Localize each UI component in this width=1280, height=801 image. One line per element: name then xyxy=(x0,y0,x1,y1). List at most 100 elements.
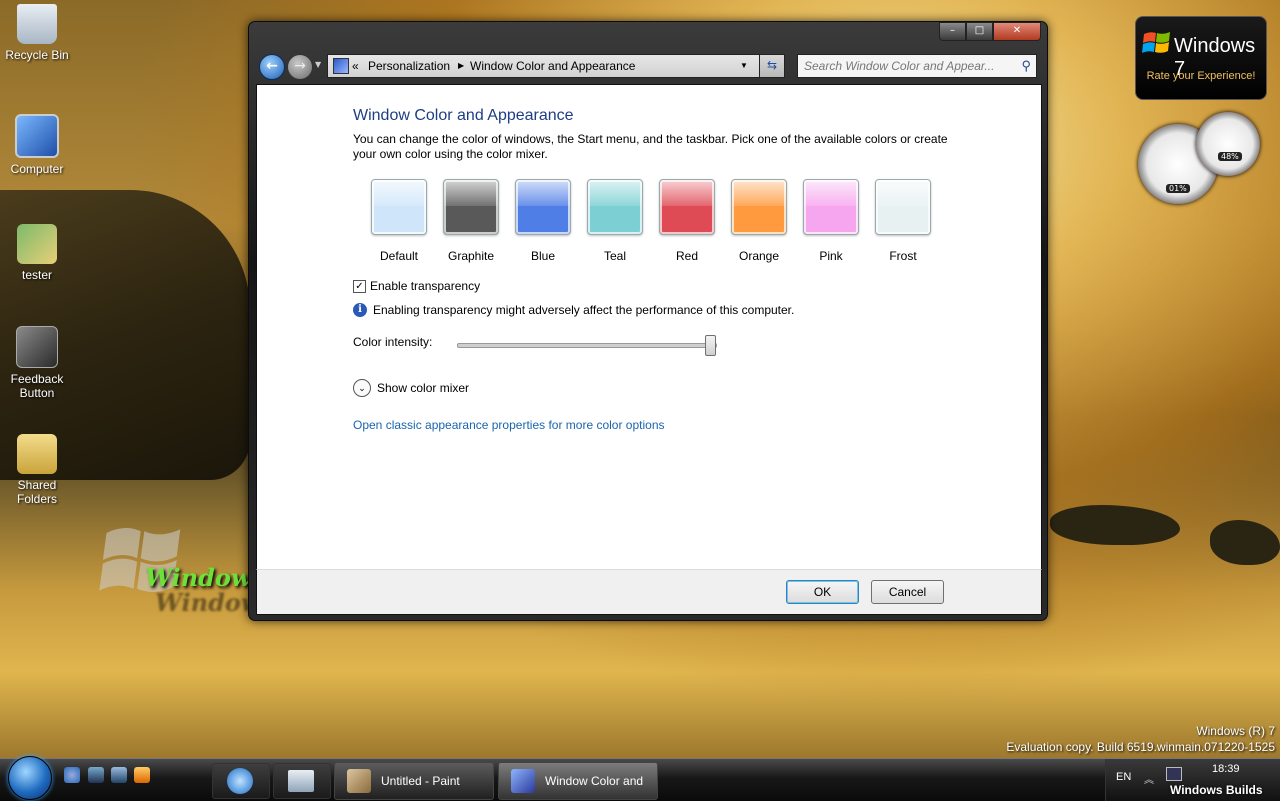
evaluation-watermark: Windows (R) 7 Evaluation copy. Build 651… xyxy=(1006,723,1275,755)
swatch-color[interactable] xyxy=(443,179,499,235)
forward-button[interactable]: → xyxy=(287,54,313,80)
swatch-color[interactable] xyxy=(371,179,427,235)
back-button[interactable]: ← xyxy=(259,54,285,80)
ok-button[interactable]: OK xyxy=(786,580,859,604)
swatch-color[interactable] xyxy=(659,179,715,235)
minimize-button[interactable]: – xyxy=(939,22,966,41)
cpu-value: 01% xyxy=(1166,184,1190,193)
desktop-icon-feedback[interactable]: Feedback Button xyxy=(0,326,74,400)
swatch-frost[interactable]: Frost xyxy=(867,179,939,263)
ie-taskbar-button[interactable] xyxy=(212,763,270,799)
memory-value: 48% xyxy=(1218,152,1242,161)
system-tray: EN ︽ 18:39 Windows Builds xyxy=(1105,759,1280,801)
address-dropdown-icon[interactable]: ▼ xyxy=(740,61,748,70)
desktop-icon-label: Shared Folders xyxy=(16,478,57,506)
search-box[interactable]: Search Window Color and Appear... ⚲ xyxy=(797,54,1037,78)
refresh-icon[interactable]: ⇆ xyxy=(759,54,785,78)
breadcrumb-chevron-icon[interactable]: ▶ xyxy=(458,61,464,70)
swatch-orange[interactable]: Orange xyxy=(723,179,795,263)
swatch-color[interactable] xyxy=(731,179,787,235)
desktop-icon-recycle-bin[interactable]: Recycle Bin xyxy=(0,4,74,62)
start-button[interactable] xyxy=(8,756,52,800)
taskbar-item-label: Untitled - Paint xyxy=(381,774,460,788)
recent-pages-dropdown-icon[interactable]: ▼ xyxy=(315,60,321,69)
window-color-appearance-window[interactable]: – □ ✕ ← → ▼ « Personalization ▶ Window C… xyxy=(248,21,1048,621)
ie-quicklaunch-icon[interactable] xyxy=(64,767,80,783)
desktop-icon-label: Recycle Bin xyxy=(5,48,69,62)
desktop-icon-computer[interactable]: Computer xyxy=(0,114,74,176)
swatch-color[interactable] xyxy=(587,179,643,235)
info-text: Enabling transparency might adversely af… xyxy=(373,303,795,317)
checkbox-box[interactable]: ✓ xyxy=(353,279,366,293)
mixer-label: Show color mixer xyxy=(377,381,470,395)
close-button[interactable]: ✕ xyxy=(993,22,1041,41)
desktop-icon-tester[interactable]: tester xyxy=(0,224,74,282)
breadcrumb-personalization[interactable]: Personalization xyxy=(368,59,450,73)
color-intensity-slider[interactable] xyxy=(457,335,717,356)
taskbar-item-label: Window Color and xyxy=(545,774,644,788)
breadcrumb-overflow[interactable]: « xyxy=(352,59,359,73)
swatch-pink[interactable]: Pink xyxy=(795,179,867,263)
internet-explorer-icon xyxy=(227,768,253,794)
clock[interactable]: 18:39 xyxy=(1212,763,1240,775)
desktop-icon-label: tester xyxy=(21,268,52,282)
taskbar-item-window-color[interactable]: Window Color and xyxy=(498,762,658,800)
transparency-info: i Enabling transparency might adversely … xyxy=(353,303,794,317)
swatch-color[interactable] xyxy=(875,179,931,235)
swatch-label: Teal xyxy=(603,249,626,263)
rate-experience-link[interactable]: Rate your Experience! xyxy=(1136,70,1266,82)
dialog-footer: OK Cancel xyxy=(256,569,1042,615)
rock-scenery xyxy=(1210,520,1280,565)
swatch-default[interactable]: Default xyxy=(363,179,435,263)
tray-brand-watermark: Windows Builds xyxy=(1170,783,1263,797)
info-icon: i xyxy=(353,303,367,317)
search-icon[interactable]: ⚲ xyxy=(1021,58,1031,74)
taskbar: Untitled - Paint Window Color and EN ︽ 1… xyxy=(0,756,1280,801)
swatch-label: Orange xyxy=(738,249,780,263)
memory-meter-gadget[interactable]: 48% xyxy=(1196,112,1260,176)
language-indicator[interactable]: EN xyxy=(1116,771,1131,783)
cancel-button[interactable]: Cancel xyxy=(871,580,944,604)
swatch-graphite[interactable]: Graphite xyxy=(435,179,507,263)
page-description: You can change the color of windows, the… xyxy=(353,132,948,161)
media-player-quicklaunch-icon[interactable] xyxy=(134,767,150,783)
slider-thumb[interactable] xyxy=(705,335,716,356)
feedback-shortcut-icon xyxy=(16,326,58,368)
computer-icon xyxy=(15,114,59,158)
network-icon[interactable] xyxy=(1166,767,1182,781)
swatch-red[interactable]: Red xyxy=(651,179,723,263)
eval-line-1: Windows (R) 7 xyxy=(1196,724,1275,738)
checkbox-label: Enable transparency xyxy=(370,279,481,293)
search-input[interactable]: Search Window Color and Appear... xyxy=(804,59,994,73)
show-hidden-icons-icon[interactable]: ︽ xyxy=(1144,771,1154,786)
swatch-color[interactable] xyxy=(515,179,571,235)
color-swatches: Default Graphite Blue Teal Red Orange Pi… xyxy=(363,179,939,263)
address-bar[interactable]: « Personalization ▶ Window Color and App… xyxy=(327,54,781,78)
maximize-button[interactable]: □ xyxy=(966,22,993,41)
user-folder-icon xyxy=(17,224,57,264)
switch-windows-quicklaunch-icon[interactable] xyxy=(111,767,127,783)
swatch-label: Frost xyxy=(889,249,917,263)
recycle-bin-icon xyxy=(17,4,57,44)
desktop-icon-label: Feedback Button xyxy=(10,372,64,400)
show-color-mixer-toggle[interactable]: ⌄ Show color mixer xyxy=(353,379,469,397)
content-pane: Window Color and Appearance You can chan… xyxy=(256,84,1042,570)
classic-appearance-link[interactable]: Open classic appearance properties for m… xyxy=(353,418,665,432)
desktop-icon-shared-folders[interactable]: Shared Folders xyxy=(0,434,74,506)
control-panel-icon xyxy=(333,58,349,74)
taskbar-item-paint[interactable]: Untitled - Paint xyxy=(334,762,494,800)
shared-folders-icon xyxy=(17,434,57,474)
explorer-taskbar-button[interactable] xyxy=(273,763,331,799)
windows7-gadget[interactable]: Windows 7 Rate your Experience! xyxy=(1135,16,1267,100)
enable-transparency-checkbox[interactable]: ✓ Enable transparency xyxy=(353,279,480,293)
swatch-color[interactable] xyxy=(803,179,859,235)
chevron-down-icon[interactable]: ⌄ xyxy=(353,379,371,397)
swatch-label: Red xyxy=(675,249,698,263)
breadcrumb-current[interactable]: Window Color and Appearance xyxy=(470,59,635,73)
desktop-quicklaunch-icon[interactable] xyxy=(88,767,104,783)
swatch-blue[interactable]: Blue xyxy=(507,179,579,263)
swatch-teal[interactable]: Teal xyxy=(579,179,651,263)
color-intensity-label: Color intensity: xyxy=(353,335,433,349)
swatch-label: Blue xyxy=(530,249,556,263)
swatch-label: Default xyxy=(379,249,419,263)
